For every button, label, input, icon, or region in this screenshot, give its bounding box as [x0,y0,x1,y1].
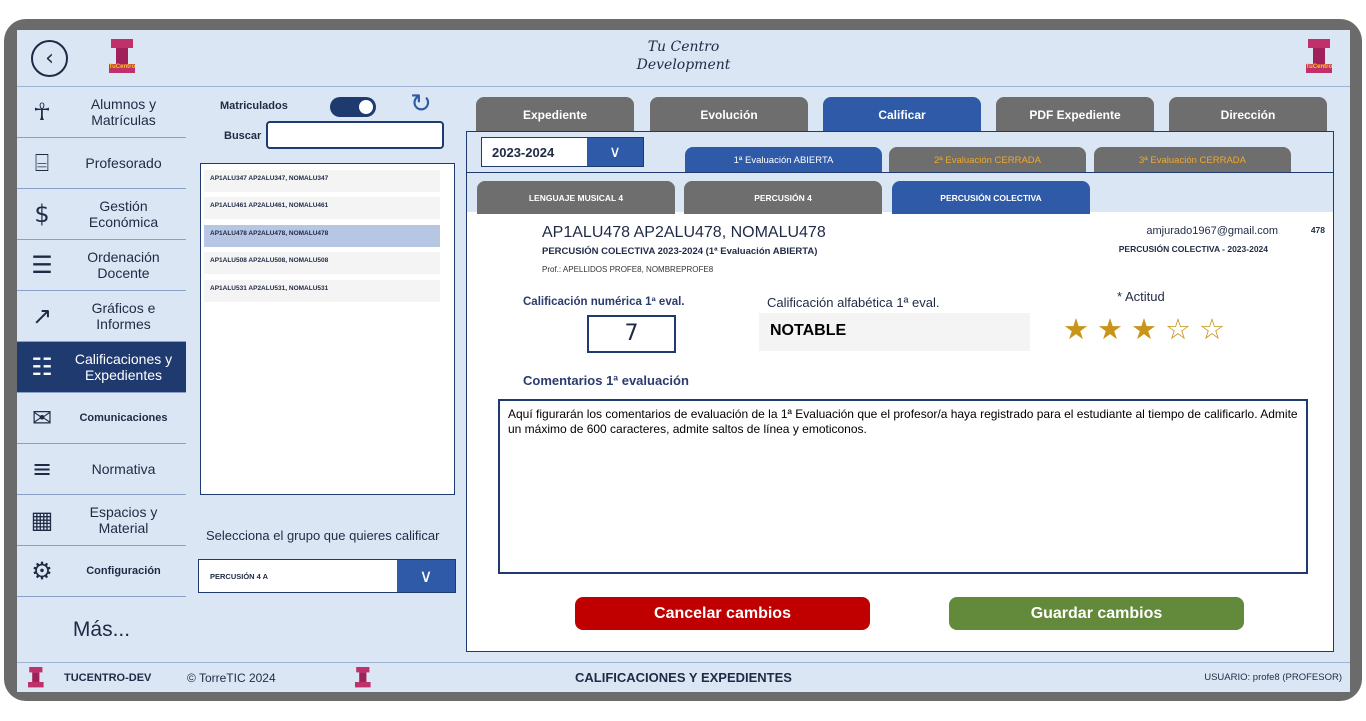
year-select[interactable]: 2023-2024 ∨ [481,137,644,167]
sidebar-item-label: Profesorado [85,155,162,171]
chevron-down-icon[interactable]: ∨ [587,138,643,166]
student-name: AP1ALU478 AP2ALU478, NOMALU478 [542,224,826,241]
enrolled-toggle[interactable] [330,97,376,117]
sidebar-more[interactable]: Más... [17,597,186,662]
sidebar-item-label: Ordenación Docente [87,249,160,281]
alpha-grade-label: Calificación alfabética 1ª eval. [767,295,940,310]
tab-direccion[interactable]: Dirección [1169,97,1327,132]
top-bar: ‹ TuCentro Tu Centro Development TuCentr… [17,30,1350,87]
footer: TUCENTRO-DEV © TorreTIC 2024 CALIFICACIO… [17,662,1350,692]
sidebar-item-label: Gestión Económica [88,198,159,230]
sidebar-item-label: Gráficos e Informes [91,300,156,332]
sidebar-item-graficos[interactable]: ↗ Gráficos e Informes [17,291,186,342]
sidebar-item-configuracion[interactable]: ⚙ Configuración [17,546,186,597]
year-select-value: 2023-2024 [492,145,555,160]
sidebar-item-gestion-economica[interactable]: $ Gestión Económica [17,189,186,240]
list-icon: ☰ [31,251,53,279]
chart-icon: ↗ [31,302,53,330]
sidebar-item-label: Configuración [86,565,161,577]
student-panel: Matriculados ↻ Buscar AP1ALU347 AP2ALU34… [186,87,458,662]
main-area: Expediente Evolución Calificar PDF Exped… [458,87,1350,662]
refresh-icon[interactable]: ↻ [410,89,432,119]
alpha-grade-value: NOTABLE [759,313,1030,351]
list-item[interactable]: AP1ALU531 AP2ALU531, NOMALU531 [204,280,440,302]
student-subject-line: PERCUSIÓN COLECTIVA 2023-2024 (1ª Evalua… [542,246,818,257]
star-filled-icon[interactable]: ★ [1097,312,1123,346]
panel-header: 2023-2024 ∨ 1ª Evaluación ABIERTA 2ª Eva… [467,132,1333,173]
sidebar-item-normativa[interactable]: ≡ Normativa [17,444,186,495]
tucentro-logo-right: TuCentro [1306,39,1332,75]
list-item[interactable]: AP1ALU461 AP2ALU461, NOMALU461 [204,197,440,219]
student-group-year: PERCUSIÓN COLECTIVA - 2023-2024 [1118,244,1268,254]
sidebar-item-espacios[interactable]: ▦ Espacios y Material [17,495,186,546]
toggle-knob [359,100,373,114]
building-icon: ▦ [30,506,54,534]
sidebar-item-alumnos[interactable]: ☥ Alumnos y Matrículas [17,87,186,138]
attitude-label: * Actitud [1117,289,1165,304]
users-icon: ☥ [33,98,51,126]
comments-label: Comentarios 1ª evaluación [523,373,689,388]
enrolled-label: Matriculados [220,100,288,112]
student-email: amjurado1967@gmail.com [1146,225,1278,237]
student-professor: Prof.: APELLIDOS PROFE8, NOMBREPROFE8 [542,265,714,274]
tab-subject-lenguaje[interactable]: LENGUAJE MUSICAL 4 [477,181,675,214]
star-filled-icon[interactable]: ★ [1131,312,1157,346]
sidebar-item-label: Comunicaciones [79,412,168,424]
sidebar-item-calificaciones[interactable]: ☷ Calificaciones y Expedientes [17,342,186,393]
gear-icon: ⚙ [31,557,53,585]
tab-evolucion[interactable]: Evolución [650,97,808,132]
comments-textarea[interactable]: Aquí figurarán los comentarios de evalua… [498,399,1308,574]
app-title: Tu Centro Development [17,38,1350,74]
sidebar-item-profesorado[interactable]: ⌸ Profesorado [17,138,186,189]
numeric-grade-input[interactable]: 7 [587,315,676,353]
list-item[interactable]: AP1ALU508 AP2ALU508, NOMALU508 [204,252,440,274]
sidebar: ☥ Alumnos y Matrículas ⌸ Profesorado $ G… [17,87,186,662]
student-id: 478 [1310,225,1325,235]
chevron-down-icon[interactable]: ∨ [397,560,455,592]
tab-expediente[interactable]: Expediente [476,97,634,132]
tab-eval-2[interactable]: 2ª Evaluación CERRADA [889,147,1086,173]
tab-subject-percusion-colectiva[interactable]: PERCUSIÓN COLECTIVA [892,181,1090,214]
search-input[interactable] [266,121,444,149]
star-empty-icon[interactable]: ☆ [1165,312,1191,346]
money-icon: $ [34,200,50,228]
footer-user: USUARIO: profe8 (PROFESOR) [1204,672,1342,683]
attitude-rating[interactable]: ★ ★ ★ ☆ ☆ [1063,312,1233,346]
tab-subject-percusion[interactable]: PERCUSIÓN 4 [684,181,882,214]
numeric-grade-label: Calificación numérica 1ª eval. [523,296,685,308]
tab-pdf-expediente[interactable]: PDF Expediente [996,97,1154,132]
save-button[interactable]: Guardar cambios [949,597,1244,630]
sidebar-item-label: Calificaciones y Expedientes [74,351,173,383]
list-item[interactable]: AP1ALU478 AP2ALU478, NOMALU478 [204,225,440,247]
document-icon: ☷ [31,353,53,381]
group-select[interactable]: PERCUSIÓN 4 A ∨ [198,559,456,593]
app-window: ‹ TuCentro Tu Centro Development TuCentr… [17,30,1350,692]
group-select-value: PERCUSIÓN 4 A [210,572,269,581]
star-empty-icon[interactable]: ☆ [1199,312,1225,346]
scroll-icon: ≡ [31,455,53,483]
logo-text-right: TuCentro [1305,64,1333,70]
id-badge-icon: ⌸ [34,149,50,177]
grading-panel: 2023-2024 ∨ 1ª Evaluación ABIERTA 2ª Eva… [466,131,1334,652]
student-list: AP1ALU347 AP2ALU347, NOMALU347 AP1ALU461… [200,163,455,495]
search-label: Buscar [224,130,262,142]
tab-eval-3[interactable]: 3ª Evaluación CERRADA [1094,147,1291,173]
sidebar-item-comunicaciones[interactable]: ✉ Comunicaciones [17,393,186,444]
subject-header: LENGUAJE MUSICAL 4 PERCUSIÓN 4 PERCUSIÓN… [467,172,1333,214]
app-title-line2: Development [636,57,731,73]
group-prompt: Selecciona el grupo que quieres califica… [206,528,440,543]
star-filled-icon[interactable]: ★ [1063,312,1089,346]
sidebar-item-ordenacion-docente[interactable]: ☰ Ordenación Docente [17,240,186,291]
cancel-button[interactable]: Cancelar cambios [575,597,870,630]
app-title-line1: Tu Centro [647,39,720,55]
list-item[interactable]: AP1ALU347 AP2ALU347, NOMALU347 [204,170,440,192]
sidebar-item-label: Normativa [91,461,156,477]
mail-icon: ✉ [31,404,53,432]
sidebar-item-label: Espacios y Material [89,504,158,536]
tab-calificar[interactable]: Calificar [823,97,981,132]
sidebar-item-label: Alumnos y Matrículas [90,96,157,128]
tab-eval-1[interactable]: 1ª Evaluación ABIERTA [685,147,882,173]
footer-section-title: CALIFICACIONES Y EXPEDIENTES [575,670,792,685]
